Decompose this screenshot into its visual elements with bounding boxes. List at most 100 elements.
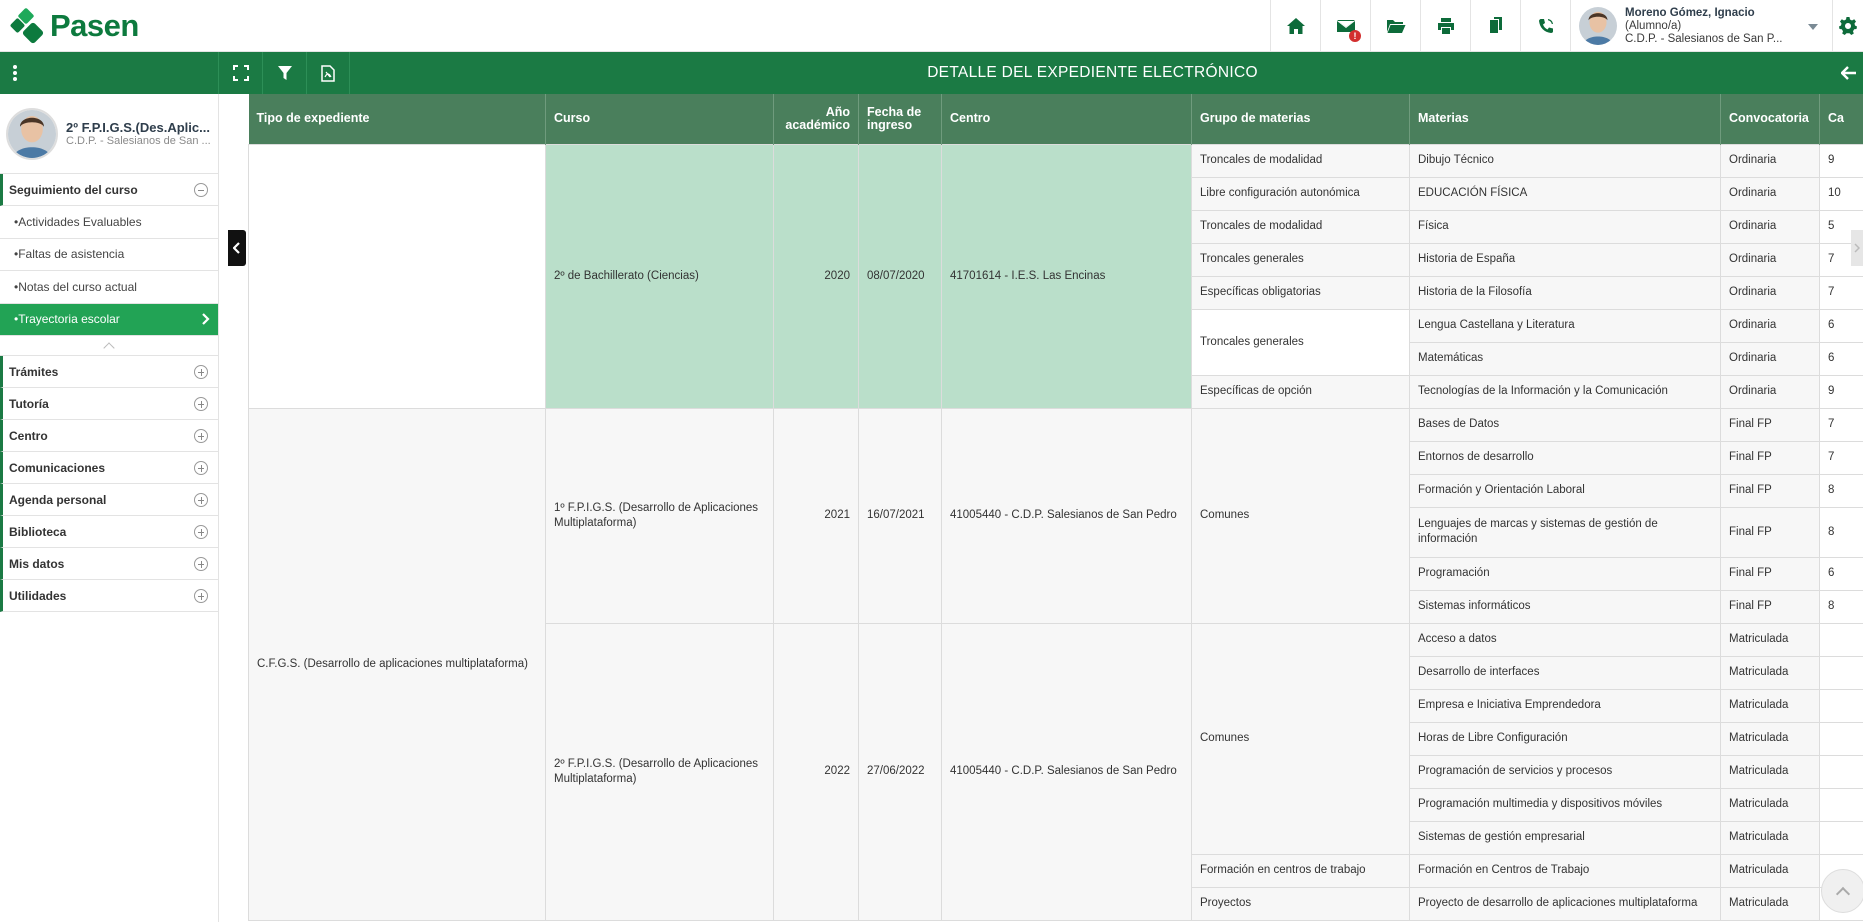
expand-icon[interactable] [194,588,208,603]
sidebar-section-centro[interactable]: Centro [0,420,218,452]
home-icon[interactable] [1270,0,1320,52]
expand-icon[interactable] [194,460,208,475]
expand-icon[interactable] [194,556,208,571]
sidebar-item-faltas[interactable]: •Faltas de asistencia [0,239,218,271]
phone-icon[interactable] [1520,0,1570,52]
mail-badge: ! [1349,30,1361,42]
top-header: Pasen ! Moreno Gómez, Ignacio (Alumno/a)… [0,0,1863,52]
expand-icon[interactable] [194,492,208,507]
arrow-left-icon[interactable] [1835,52,1863,94]
calificacion-cell [1819,721,1863,756]
app-name: Pasen [50,8,139,43]
expand-icon[interactable] [194,364,208,379]
mail-icon[interactable]: ! [1320,0,1370,52]
curso-cell: 2º F.P.I.G.S. (Desarrollo de Aplicacione… [545,622,774,921]
fullscreen-icon[interactable] [218,52,262,94]
menu-dots-icon[interactable] [0,52,30,94]
column-header[interactable]: Curso [545,94,774,144]
calificacion-cell: 8 [1819,589,1863,624]
centro-cell: 41701614 - I.E.S. Las Encinas [941,143,1192,409]
column-header[interactable]: Año académico [773,94,859,144]
sidebar-item-trayectoria[interactable]: •Trayectoria escolar [0,303,218,336]
fecha-cell: 16/07/2021 [858,407,942,624]
column-header[interactable]: Centro [941,94,1192,144]
expediente-table: Tipo de expediente Curso Año académico F… [248,94,1863,921]
scroll-to-top-button[interactable] [1821,869,1863,913]
fecha-cell: 08/07/2020 [858,143,942,409]
user-menu[interactable]: Moreno Gómez, Ignacio (Alumno/a) C.D.P. … [1570,0,1832,52]
column-header[interactable]: Tipo de expediente [248,94,546,144]
chevron-left-icon [233,242,240,254]
grupo-cell: Troncales de modalidad [1191,143,1410,178]
column-header[interactable]: Fecha de ingreso [858,94,942,144]
convocatoria-cell: Matriculada [1720,655,1820,690]
chevron-down-icon[interactable] [1808,24,1818,30]
column-header[interactable]: Ca [1819,94,1863,144]
sidebar-section-biblioteca[interactable]: Biblioteca [0,516,218,548]
sidebar-section-tramites[interactable]: Trámites [0,356,218,388]
convocatoria-cell: Matriculada [1720,754,1820,789]
collapse-icon[interactable] [194,182,208,197]
sidebar-toggle-button[interactable] [228,230,246,266]
sidebar-item-notas[interactable]: •Notas del curso actual [0,271,218,304]
chevron-right-icon [1854,243,1860,253]
pdf-icon[interactable] [306,52,350,94]
column-header[interactable]: Materias [1409,94,1721,144]
grupo-cell: Formación en centros de trabajo [1191,853,1410,888]
convocatoria-cell: Final FP [1720,440,1820,475]
convocatoria-cell: Ordinaria [1720,308,1820,343]
grupo-cell: Proyectos [1191,886,1410,921]
calificacion-cell [1819,787,1863,822]
column-header[interactable]: Grupo de materias [1191,94,1410,144]
calificacion-cell: 9 [1819,374,1863,409]
convocatoria-cell: Ordinaria [1720,143,1820,178]
calificacion-cell: 7 [1819,407,1863,442]
grupo-cell: Comunes [1191,407,1410,624]
convocatoria-cell: Matriculada [1720,721,1820,756]
convocatoria-cell: Matriculada [1720,622,1820,657]
expand-icon[interactable] [194,428,208,443]
sidebar-section-seguimiento[interactable]: Seguimiento del curso [0,174,218,206]
sidebar-section-agenda[interactable]: Agenda personal [0,484,218,516]
sidebar-item-actividades[interactable]: •Actividades Evaluables [0,206,218,239]
panel-toggle-button[interactable] [1851,230,1863,266]
copy-icon[interactable] [1470,0,1520,52]
fecha-cell: 27/06/2022 [858,622,942,921]
gear-icon[interactable] [1832,0,1863,52]
print-icon[interactable] [1420,0,1470,52]
materia-cell: Historia de España [1409,242,1721,277]
chevron-up-icon[interactable] [0,336,218,356]
sidebar-section-label: Trámites [9,364,59,379]
convocatoria-cell: Matriculada [1720,787,1820,822]
calificacion-cell [1819,820,1863,855]
convocatoria-cell: Matriculada [1720,688,1820,723]
sidebar-section-mis-datos[interactable]: Mis datos [0,548,218,580]
materia-cell: Sistemas de gestión empresarial [1409,820,1721,855]
avatar [6,107,58,160]
view-tools [218,52,350,94]
centro-cell: 41005440 - C.D.P. Salesianos de San Pedr… [941,407,1192,624]
profile-subtitle: C.D.P. - Salesianos de San ... [66,135,211,147]
column-header[interactable]: Convocatoria [1720,94,1820,144]
expand-icon[interactable] [194,396,208,411]
chevron-right-icon [202,313,210,326]
sidebar-section-utilidades[interactable]: Utilidades [0,580,218,612]
grupo-cell: Específicas obligatorias [1191,275,1410,310]
grupo-cell: Troncales de modalidad [1191,209,1410,244]
sidebar-section-comunicaciones[interactable]: Comunicaciones [0,452,218,484]
calificacion-cell: 6 [1819,556,1863,591]
convocatoria-cell: Final FP [1720,589,1820,624]
expand-icon[interactable] [194,524,208,539]
convocatoria-cell: Matriculada [1720,886,1820,921]
profile-card[interactable]: 2º F.P.I.G.S.(Des.Aplic... C.D.P. - Sale… [0,94,218,174]
folder-open-icon[interactable] [1370,0,1420,52]
anio-cell: 2020 [773,143,859,409]
pasen-logo[interactable]: Pasen [10,8,139,44]
convocatoria-cell: Ordinaria [1720,374,1820,409]
filter-icon[interactable] [262,52,306,94]
calificacion-cell: 7 [1819,275,1863,310]
sidebar-section-tutoria[interactable]: Tutoría [0,388,218,420]
materia-cell: Formación en Centros de Trabajo [1409,853,1721,888]
materia-cell: Tecnologías de la Información y la Comun… [1409,374,1721,409]
materia-cell: Historia de la Filosofía [1409,275,1721,310]
